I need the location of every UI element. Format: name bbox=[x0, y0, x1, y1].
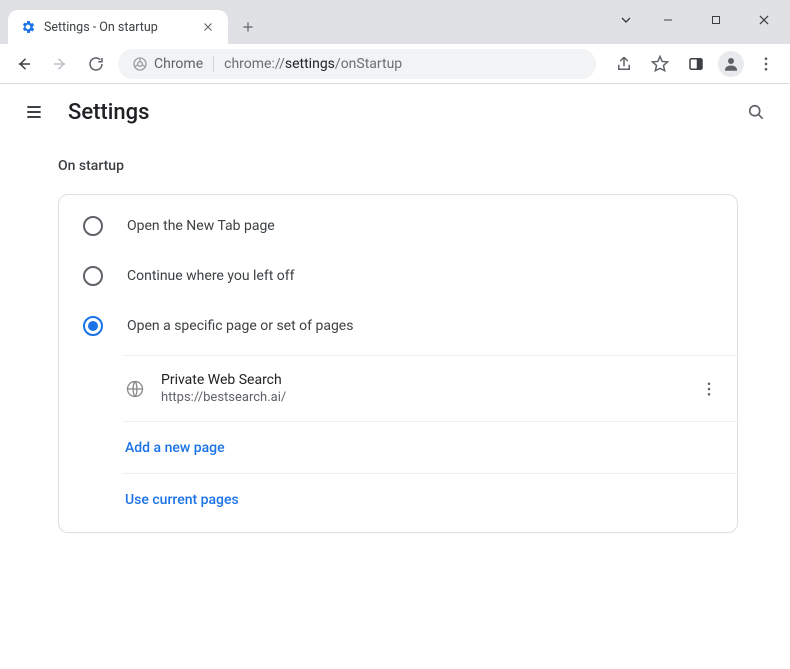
hamburger-menu-icon[interactable] bbox=[22, 100, 46, 124]
omnibox-chip-label: Chrome bbox=[154, 56, 203, 72]
radio-icon bbox=[83, 316, 103, 336]
link-label: Add a new page bbox=[125, 440, 225, 456]
option-new-tab[interactable]: Open the New Tab page bbox=[59, 201, 737, 251]
page-title: Settings bbox=[68, 100, 149, 125]
window-controls bbox=[610, 0, 786, 40]
search-settings-icon[interactable] bbox=[744, 100, 768, 124]
radio-icon bbox=[83, 266, 103, 286]
section-title: On startup bbox=[58, 158, 762, 174]
settings-content: On startup Open the New Tab page Continu… bbox=[0, 140, 790, 533]
reload-button[interactable] bbox=[82, 50, 110, 78]
omnibox-url: chrome://settings/onStartup bbox=[224, 56, 402, 72]
maximize-button[interactable] bbox=[694, 5, 738, 35]
link-label: Use current pages bbox=[125, 492, 239, 508]
tabs-dropdown-icon[interactable] bbox=[610, 5, 642, 35]
back-button[interactable] bbox=[10, 50, 38, 78]
tab-title: Settings - On startup bbox=[44, 20, 192, 35]
option-continue[interactable]: Continue where you left off bbox=[59, 251, 737, 301]
bookmark-icon[interactable] bbox=[646, 50, 674, 78]
browser-toolbar: Chrome chrome://settings/onStartup bbox=[0, 44, 790, 84]
profile-avatar[interactable] bbox=[718, 51, 744, 77]
close-tab-icon[interactable] bbox=[200, 19, 216, 35]
page-info: Private Web Search https://bestsearch.ai… bbox=[161, 372, 681, 405]
browser-tab[interactable]: Settings - On startup bbox=[8, 10, 228, 44]
chrome-chip: Chrome bbox=[132, 56, 214, 72]
settings-header: Settings bbox=[0, 84, 790, 140]
add-new-page-button[interactable]: Add a new page bbox=[123, 422, 737, 474]
option-specific-pages[interactable]: Open a specific page or set of pages bbox=[59, 301, 737, 351]
forward-button[interactable] bbox=[46, 50, 74, 78]
gear-icon bbox=[20, 19, 36, 35]
use-current-pages-button[interactable]: Use current pages bbox=[123, 474, 737, 526]
page-more-icon[interactable] bbox=[697, 377, 721, 401]
startup-options-card: Open the New Tab page Continue where you… bbox=[58, 194, 738, 533]
address-bar[interactable]: Chrome chrome://settings/onStartup bbox=[118, 49, 596, 79]
browser-titlebar: Settings - On startup bbox=[0, 0, 790, 44]
radio-icon bbox=[83, 216, 103, 236]
option-label: Open a specific page or set of pages bbox=[127, 318, 353, 334]
new-tab-button[interactable] bbox=[234, 13, 262, 41]
kebab-menu-icon[interactable] bbox=[752, 50, 780, 78]
share-icon[interactable] bbox=[610, 50, 638, 78]
startup-page-url: https://bestsearch.ai/ bbox=[161, 390, 681, 405]
close-window-button[interactable] bbox=[742, 5, 786, 35]
minimize-button[interactable] bbox=[646, 5, 690, 35]
option-label: Continue where you left off bbox=[127, 268, 295, 284]
startup-page-title: Private Web Search bbox=[161, 372, 681, 388]
globe-icon bbox=[125, 379, 145, 399]
startup-page-item: Private Web Search https://bestsearch.ai… bbox=[123, 356, 737, 422]
side-panel-icon[interactable] bbox=[682, 50, 710, 78]
toolbar-right bbox=[604, 50, 780, 78]
startup-pages-list: Private Web Search https://bestsearch.ai… bbox=[123, 355, 737, 526]
option-label: Open the New Tab page bbox=[127, 218, 275, 234]
